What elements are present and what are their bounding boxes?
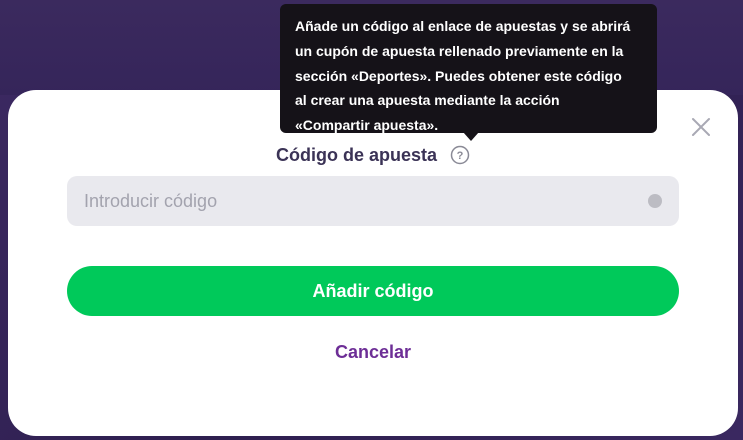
tooltip-text-line: un cupón de apuesta rellenado previament… <box>295 42 624 59</box>
question-circle-icon[interactable]: ? <box>450 145 470 165</box>
tooltip-text-line: sección «Deportes». Puedes obtener este … <box>295 67 622 84</box>
code-label-row: Código de apuesta ? <box>8 143 738 167</box>
add-code-button[interactable]: Añadir código <box>67 266 679 316</box>
close-button[interactable] <box>690 116 712 138</box>
tooltip-arrow <box>463 132 479 141</box>
help-tooltip: Añade un código al enlace de apuestas y … <box>280 4 657 133</box>
close-icon[interactable] <box>690 116 712 138</box>
dot-icon <box>648 194 662 208</box>
cancel-link[interactable]: Cancelar <box>8 340 738 364</box>
code-input[interactable] <box>67 176 679 226</box>
code-input-wrapper <box>67 176 679 226</box>
promo-code-modal: Código de apuesta ? Añadir código Cancel… <box>8 90 738 436</box>
code-label: Código de apuesta <box>275 145 437 165</box>
tooltip-text-line: al crear una apuesta mediante la acción <box>295 92 560 109</box>
svg-text:?: ? <box>457 150 464 162</box>
tooltip-text-line: Añade un código al enlace de apuestas y … <box>295 18 631 34</box>
